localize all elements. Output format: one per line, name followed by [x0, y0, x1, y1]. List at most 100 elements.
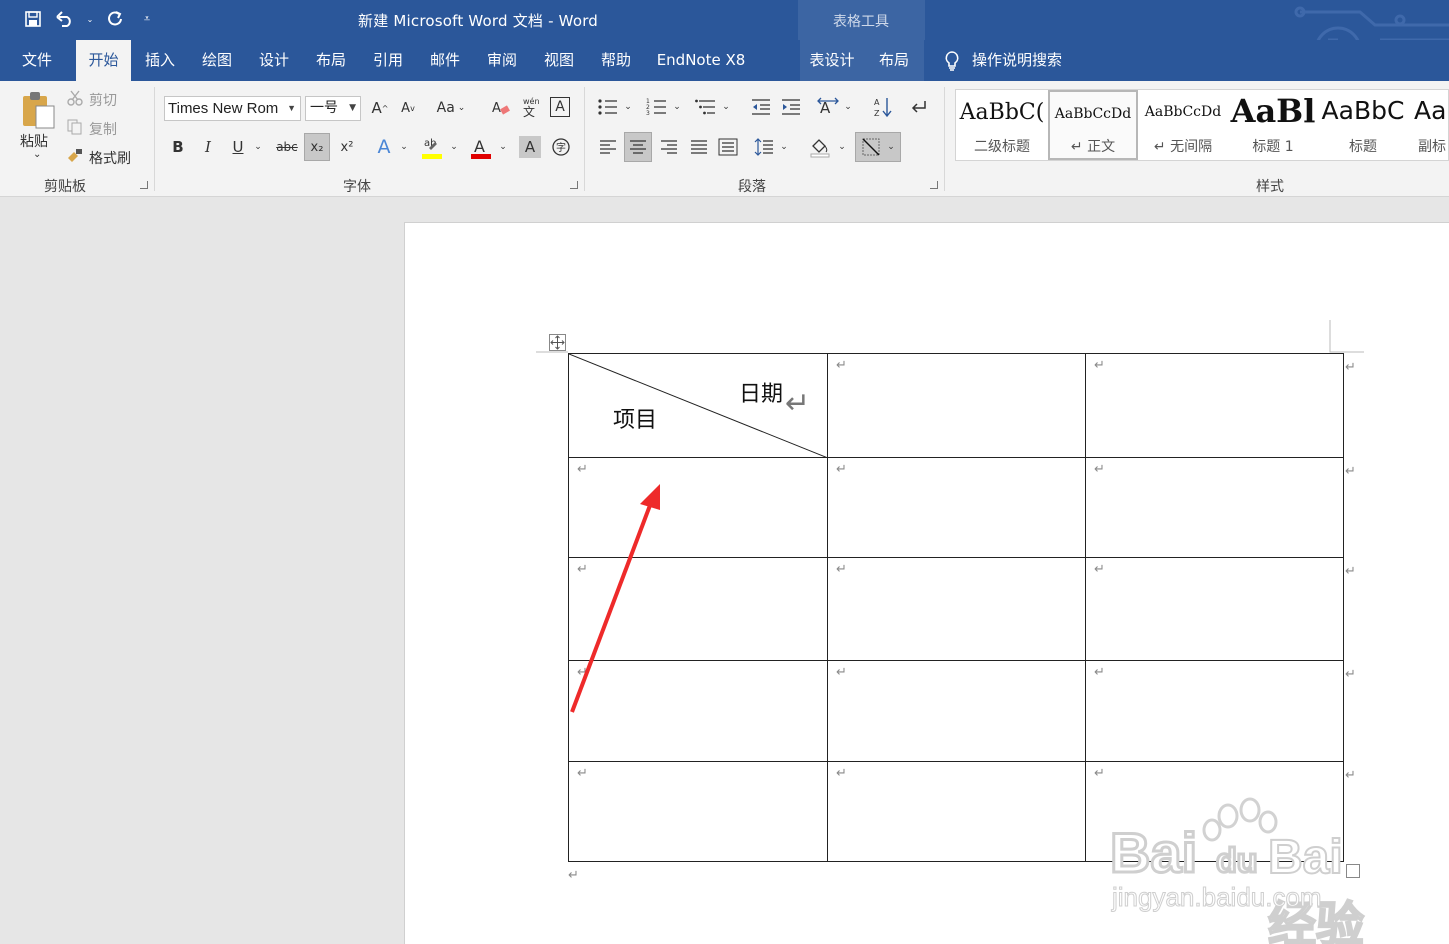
paste-button[interactable]: 粘贴: [20, 131, 48, 151]
enclose-characters-icon[interactable]: 字: [550, 136, 572, 158]
bullets-icon[interactable]: [596, 97, 620, 117]
copy-icon[interactable]: [66, 118, 84, 136]
clear-formatting-icon[interactable]: A: [490, 98, 512, 118]
tab-endnote[interactable]: EndNote X8: [650, 40, 752, 81]
sort-icon[interactable]: AZ: [872, 96, 894, 118]
tab-table-design[interactable]: 表设计: [800, 40, 864, 81]
table-cell[interactable]: ↵: [827, 557, 1086, 661]
bullets-dropdown-icon[interactable]: ⌄: [623, 97, 633, 117]
tab-table-layout[interactable]: 布局: [864, 40, 924, 81]
multilevel-list-icon[interactable]: [694, 97, 718, 117]
borders-dropdown-icon[interactable]: ⌄: [887, 142, 895, 152]
cut-button[interactable]: 剪切: [89, 90, 117, 110]
numbering-icon[interactable]: 123: [645, 97, 669, 117]
tab-references[interactable]: 引用: [364, 40, 412, 81]
decrease-indent-icon[interactable]: [749, 97, 773, 117]
tab-help[interactable]: 帮助: [592, 40, 640, 81]
multilevel-dropdown-icon[interactable]: ⌄: [721, 97, 731, 117]
font-name-combobox[interactable]: Times New Rom ▼: [164, 96, 301, 121]
align-right-icon[interactable]: [658, 136, 680, 158]
customize-qat-icon[interactable]: ⩡: [136, 8, 158, 30]
table-move-handle-icon[interactable]: [549, 334, 566, 351]
phonetic-guide-icon[interactable]: wén 文: [520, 96, 540, 118]
table-cell[interactable]: ↵: [568, 761, 828, 862]
tab-home[interactable]: 开始: [76, 40, 131, 81]
borders-button[interactable]: ⌄: [855, 132, 901, 162]
paragraph-mark: ↵: [1094, 462, 1105, 477]
font-color-dropdown-icon[interactable]: ⌄: [497, 136, 509, 158]
show-hide-marks-icon[interactable]: [908, 96, 930, 118]
character-shading-icon[interactable]: A: [519, 136, 541, 158]
shrink-font-icon[interactable]: Av: [398, 98, 418, 118]
table-cell[interactable]: ↵: [827, 660, 1086, 762]
highlight-dropdown-icon[interactable]: ⌄: [448, 136, 460, 158]
tab-review[interactable]: 审阅: [478, 40, 526, 81]
table-cell[interactable]: ↵: [1085, 557, 1344, 661]
shading-icon[interactable]: [808, 134, 832, 160]
tab-draw[interactable]: 绘图: [193, 40, 241, 81]
subscript-button[interactable]: x₂: [304, 133, 330, 161]
highlight-color-icon[interactable]: ab: [420, 135, 444, 161]
chinese-layout-dropdown-icon[interactable]: ⌄: [843, 97, 853, 117]
format-painter-button[interactable]: 格式刷: [89, 148, 131, 168]
chinese-layout-icon[interactable]: A: [816, 96, 840, 118]
save-icon[interactable]: [22, 8, 44, 30]
paste-icon[interactable]: [18, 89, 58, 131]
tab-insert[interactable]: 插入: [136, 40, 184, 81]
font-color-icon[interactable]: A: [469, 135, 493, 161]
font-size-dropdown-icon[interactable]: ▼: [349, 97, 356, 120]
superscript-button[interactable]: x²: [336, 136, 358, 158]
align-center-icon[interactable]: [624, 132, 652, 162]
undo-dropdown-icon[interactable]: ⌄: [86, 8, 94, 30]
font-dialog-launcher-icon[interactable]: [570, 181, 578, 189]
tell-me-search[interactable]: 操作说明搜索: [944, 40, 1062, 81]
style-title[interactable]: AaBbC 标题: [1318, 90, 1408, 160]
distributed-icon[interactable]: [717, 136, 739, 158]
tab-design[interactable]: 设计: [250, 40, 298, 81]
diagonal-header-cell[interactable]: 日期 ↵ 项目: [568, 353, 828, 458]
style-heading-1[interactable]: AaBl 标题 1: [1228, 90, 1318, 160]
table-cell[interactable]: ↵: [827, 353, 1086, 458]
underline-dropdown-icon[interactable]: ⌄: [252, 136, 264, 158]
change-case-button[interactable]: Aa ⌄: [434, 98, 468, 118]
justify-icon[interactable]: [688, 136, 710, 158]
numbering-dropdown-icon[interactable]: ⌄: [672, 97, 682, 117]
increase-indent-icon[interactable]: [779, 97, 803, 117]
bold-button[interactable]: B: [168, 136, 188, 158]
style-no-spacing[interactable]: AaBbCcDd ↵ 无间隔: [1138, 90, 1228, 160]
underline-button[interactable]: U: [228, 136, 248, 158]
table-cell[interactable]: ↵: [1085, 660, 1344, 762]
text-effects-dropdown-icon[interactable]: ⌄: [398, 136, 410, 158]
table-cell[interactable]: ↵: [827, 761, 1086, 862]
strikethrough-button[interactable]: abc: [274, 136, 300, 158]
table-cell[interactable]: ↵: [1085, 353, 1344, 458]
line-spacing-dropdown-icon[interactable]: ⌄: [779, 136, 789, 158]
text-effects-icon[interactable]: A: [372, 135, 396, 159]
tab-mailings[interactable]: 邮件: [421, 40, 469, 81]
undo-icon[interactable]: [54, 8, 76, 30]
grow-font-icon[interactable]: A ^: [370, 98, 390, 118]
redo-icon[interactable]: [104, 8, 126, 30]
style-subtitle[interactable]: AaI 副标: [1408, 90, 1448, 160]
character-border-icon[interactable]: A: [550, 97, 570, 117]
paste-dropdown-icon[interactable]: ⌄: [33, 149, 41, 160]
tab-file[interactable]: 文件: [12, 40, 62, 81]
font-size-combobox[interactable]: 一号 ▼: [305, 96, 361, 121]
align-left-icon[interactable]: [597, 136, 619, 158]
copy-button[interactable]: 复制: [89, 119, 117, 139]
shading-dropdown-icon[interactable]: ⌄: [837, 136, 847, 158]
tab-view[interactable]: 视图: [535, 40, 583, 81]
clipboard-dialog-launcher-icon[interactable]: [140, 181, 148, 189]
style-normal[interactable]: AaBbCcDd ↵ 正文: [1048, 90, 1138, 160]
table-cell[interactable]: ↵: [827, 457, 1086, 558]
font-name-dropdown-icon[interactable]: ▼: [287, 97, 296, 120]
paragraph-dialog-launcher-icon[interactable]: [930, 181, 938, 189]
quick-access-toolbar: ⌄ ⩡: [22, 8, 158, 30]
cut-icon[interactable]: [66, 89, 84, 107]
line-spacing-icon[interactable]: [753, 136, 775, 158]
tab-layout[interactable]: 布局: [307, 40, 355, 81]
italic-button[interactable]: I: [198, 136, 218, 158]
style-heading-2[interactable]: AaBbC( 二级标题: [956, 90, 1048, 160]
table-cell[interactable]: ↵: [1085, 457, 1344, 558]
format-painter-icon[interactable]: [66, 147, 84, 165]
